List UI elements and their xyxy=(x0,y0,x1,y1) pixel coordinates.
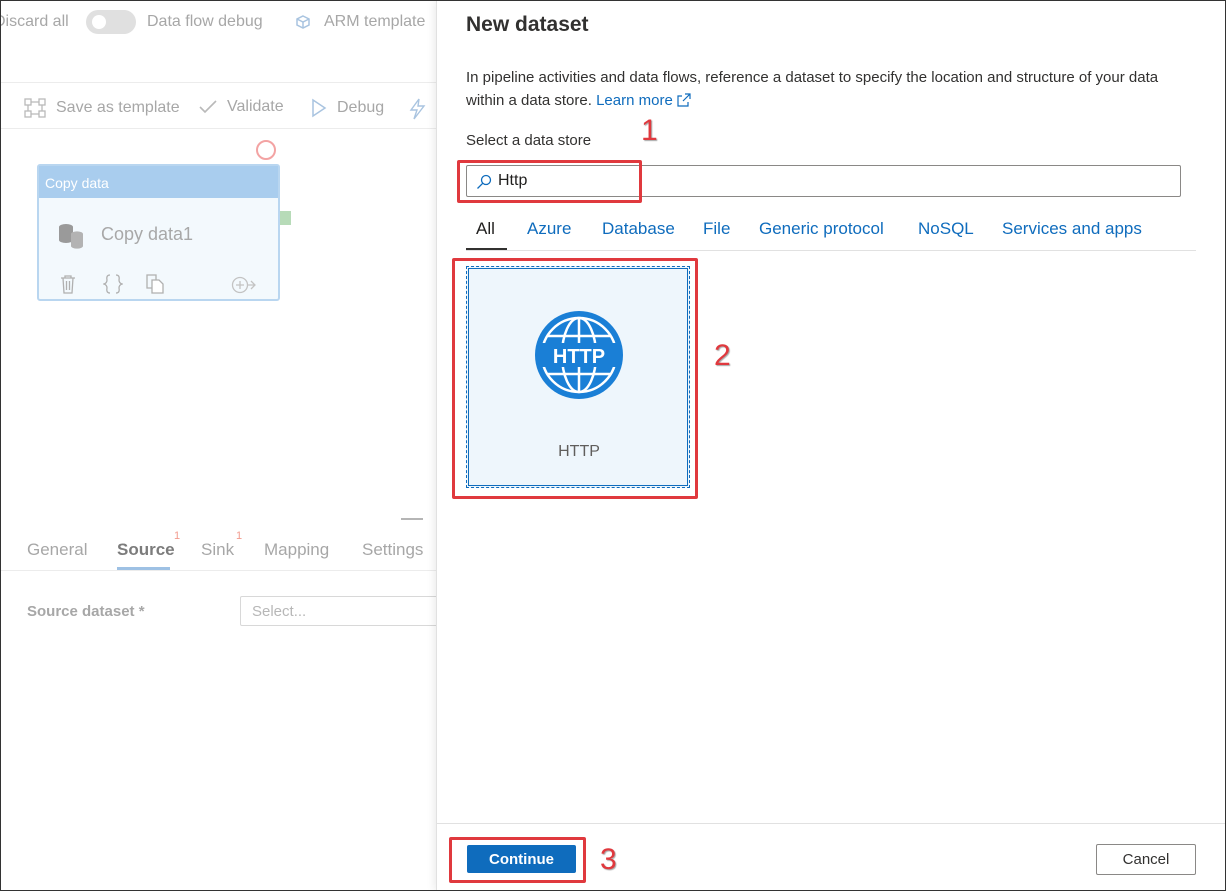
pipeline-toolbar: Save as template Validate Debug xyxy=(0,90,436,126)
add-output-icon[interactable] xyxy=(231,276,257,294)
callout-number-1: 1 xyxy=(641,114,658,147)
tab-general[interactable]: General xyxy=(27,540,87,560)
tab-azure[interactable]: Azure xyxy=(527,219,571,239)
tab-source[interactable]: Source xyxy=(117,540,175,560)
tab-settings[interactable]: Settings xyxy=(362,540,423,560)
checkmark-icon xyxy=(199,100,217,114)
validate-button[interactable]: Validate xyxy=(199,98,284,116)
footer-divider xyxy=(437,823,1226,824)
activity-header: Copy data xyxy=(39,166,278,198)
callout-box-continue xyxy=(449,837,586,883)
trigger-button[interactable] xyxy=(408,98,438,120)
copy-icon[interactable] xyxy=(145,274,165,294)
arm-template-icon xyxy=(296,15,310,29)
toggle-knob xyxy=(92,15,106,29)
callout-box-tile xyxy=(452,258,698,499)
screen: Discard all Data flow debug ARM template… xyxy=(0,0,1226,891)
description-text: In pipeline activities and data flows, r… xyxy=(466,69,1159,109)
arm-template-button[interactable]: ARM template xyxy=(324,13,425,31)
panel-resize-handle[interactable] xyxy=(401,518,423,520)
divider xyxy=(0,128,436,129)
activity-name: Copy data1 xyxy=(101,224,194,244)
learn-more-label: Learn more xyxy=(596,92,673,109)
callout-number-2: 2 xyxy=(714,339,731,372)
tab-database[interactable]: Database xyxy=(602,219,675,239)
external-link-icon xyxy=(677,93,691,107)
data-flow-debug-label: Data flow debug xyxy=(147,13,263,30)
panel-title: New dataset xyxy=(466,13,589,36)
pipeline-canvas-background: Discard all Data flow debug ARM template… xyxy=(0,0,450,891)
callout-box-search xyxy=(457,160,642,203)
play-icon xyxy=(312,98,327,118)
tab-sink[interactable]: Sink xyxy=(201,540,234,560)
lightning-icon xyxy=(409,98,426,120)
properties-tabs: General Source 1 Sink 1 Mapping Settings xyxy=(0,530,436,570)
discard-all-button[interactable]: Discard all xyxy=(0,13,69,31)
tabs-divider xyxy=(466,250,1196,251)
top-command-bar: Discard all Data flow debug ARM template xyxy=(0,0,436,46)
save-as-template-label: Save as template xyxy=(56,99,180,116)
tab-all[interactable]: All xyxy=(476,219,495,239)
save-as-template-button[interactable]: Save as template xyxy=(24,98,180,118)
tab-nosql[interactable]: NoSQL xyxy=(918,219,974,239)
source-dataset-select[interactable]: Select... xyxy=(240,596,450,626)
failure-port-icon[interactable] xyxy=(256,140,276,160)
source-error-badge: 1 xyxy=(174,530,181,542)
template-icon xyxy=(24,98,46,118)
tab-mapping[interactable]: Mapping xyxy=(264,540,329,560)
category-tabs: All Azure Database File Generic protocol… xyxy=(466,212,1196,252)
tab-services-and-apps[interactable]: Services and apps xyxy=(1002,219,1142,239)
callout-number-3: 3 xyxy=(600,843,617,876)
cancel-button[interactable]: Cancel xyxy=(1096,844,1196,875)
learn-more-link[interactable]: Learn more xyxy=(596,92,691,109)
copy-data-activity[interactable]: Copy data Copy data1 xyxy=(37,164,280,301)
code-braces-icon[interactable] xyxy=(103,273,123,295)
source-dataset-label: Source dataset * xyxy=(27,603,145,620)
success-port-icon[interactable] xyxy=(280,211,291,225)
select-data-store-label: Select a data store xyxy=(466,132,592,149)
delete-icon[interactable] xyxy=(59,274,77,294)
sink-error-badge: 1 xyxy=(236,530,243,542)
tab-generic-protocol[interactable]: Generic protocol xyxy=(759,219,884,239)
debug-label: Debug xyxy=(337,99,385,116)
divider xyxy=(0,570,436,571)
debug-button[interactable]: Debug xyxy=(311,98,384,118)
activity-actions xyxy=(59,272,269,296)
divider xyxy=(0,82,436,83)
database-icon xyxy=(59,224,83,249)
panel-description: In pipeline activities and data flows, r… xyxy=(466,66,1196,112)
tab-file[interactable]: File xyxy=(703,219,730,239)
validate-label: Validate xyxy=(227,98,284,115)
data-flow-debug-toggle[interactable] xyxy=(86,10,136,34)
